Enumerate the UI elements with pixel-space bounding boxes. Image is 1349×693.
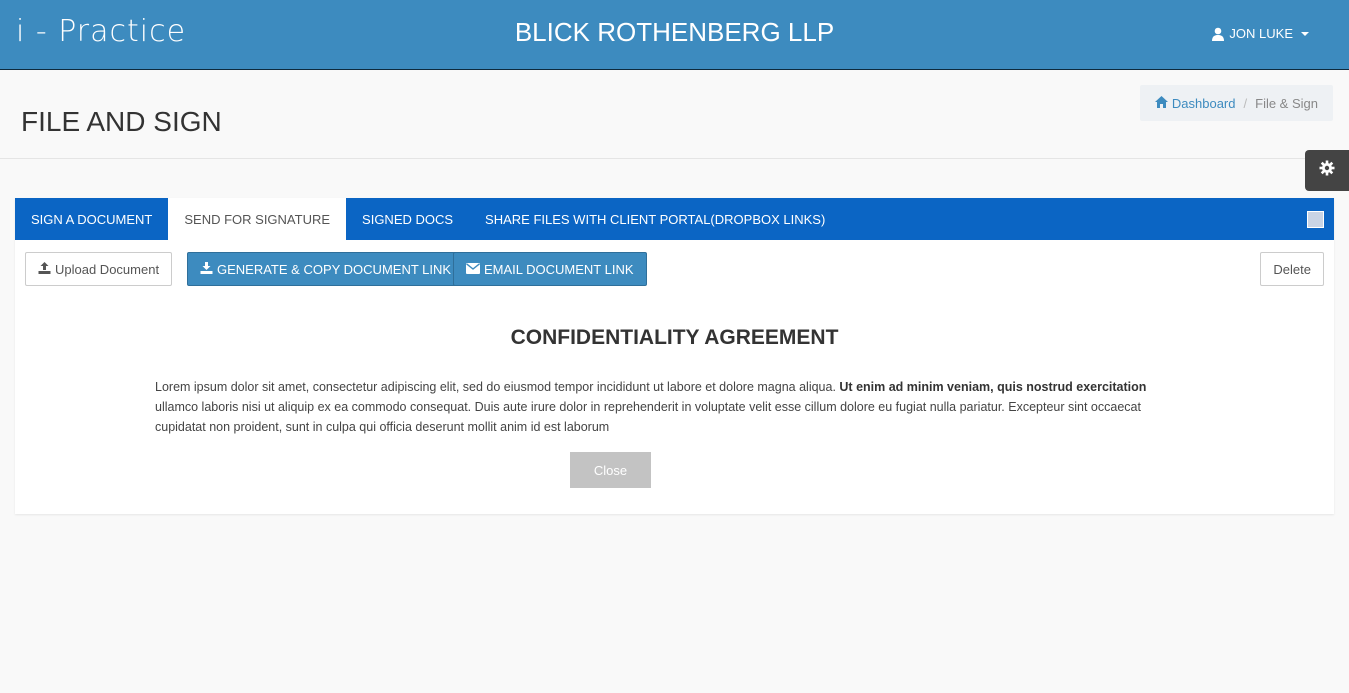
- chevron-down-icon: [1301, 31, 1309, 36]
- firm-name: BLICK ROTHENBERG LLP: [514, 17, 835, 47]
- email-document-link-label: EMAIL DOCUMENT LINK: [484, 261, 634, 277]
- user-name: JON LUKE: [1229, 26, 1293, 41]
- tab-sign-a-document[interactable]: SIGN A DOCUMENT: [15, 198, 168, 240]
- gear-icon: [1319, 160, 1335, 181]
- settings-toggle[interactable]: [1305, 150, 1349, 191]
- top-navbar: i - Practice BLICK ROTHENBERG LLP JON LU…: [0, 0, 1349, 70]
- breadcrumb: Dashboard / File & Sign: [1139, 85, 1333, 121]
- delete-button[interactable]: Delete: [1260, 252, 1324, 286]
- breadcrumb-dashboard-label: Dashboard: [1171, 95, 1236, 111]
- page-header: FILE AND SIGN Dashboard / File & Sign: [0, 70, 1349, 159]
- document-title: CONFIDENTIALITY AGREEMENT: [510, 326, 839, 349]
- tab-bar: SIGN A DOCUMENT SEND FOR SIGNATURE SIGNE…: [15, 198, 1334, 240]
- document-toolbar: Upload Document GENERATE & COPY DOCUMENT…: [25, 252, 1324, 286]
- document-text-bold: Ut enim ad minim veniam, quis nostrud ex…: [839, 380, 1147, 394]
- breadcrumb-current: File & Sign: [1255, 95, 1318, 111]
- generate-copy-link-button[interactable]: GENERATE & COPY DOCUMENT LINK: [187, 252, 465, 286]
- breadcrumb-separator: /: [1243, 95, 1248, 111]
- tab-bar-checkbox[interactable]: [1307, 211, 1324, 228]
- generate-copy-link-label: GENERATE & COPY DOCUMENT LINK: [217, 261, 452, 277]
- upload-icon: [38, 261, 51, 277]
- home-icon: [1154, 95, 1168, 111]
- envelope-icon: [466, 262, 480, 277]
- document-text-part-1: Lorem ipsum dolor sit amet, consectetur …: [155, 380, 840, 394]
- tab-signed-docs[interactable]: SIGNED DOCS: [346, 198, 469, 240]
- user-icon: [1211, 27, 1225, 41]
- upload-document-label: Upload Document: [55, 261, 160, 277]
- file-sign-panel: SIGN A DOCUMENT SEND FOR SIGNATURE SIGNE…: [15, 198, 1334, 514]
- close-button[interactable]: Close: [570, 452, 651, 488]
- download-icon: [200, 261, 213, 277]
- user-menu[interactable]: JON LUKE: [1211, 26, 1309, 41]
- tab-share-files[interactable]: SHARE FILES WITH CLIENT PORTAL(DROPBOX L…: [469, 198, 841, 240]
- page-title: FILE AND SIGN: [21, 106, 222, 137]
- document-text-part-2: ullamco laboris nisi ut aliquip ex ea co…: [155, 400, 1141, 434]
- document-body: Lorem ipsum dolor sit amet, consectetur …: [155, 377, 1155, 437]
- email-document-link-button[interactable]: EMAIL DOCUMENT LINK: [453, 252, 647, 286]
- tab-send-for-signature[interactable]: SEND FOR SIGNATURE: [168, 198, 347, 240]
- breadcrumb-dashboard-link[interactable]: Dashboard: [1154, 95, 1236, 111]
- upload-document-button[interactable]: Upload Document: [25, 252, 173, 286]
